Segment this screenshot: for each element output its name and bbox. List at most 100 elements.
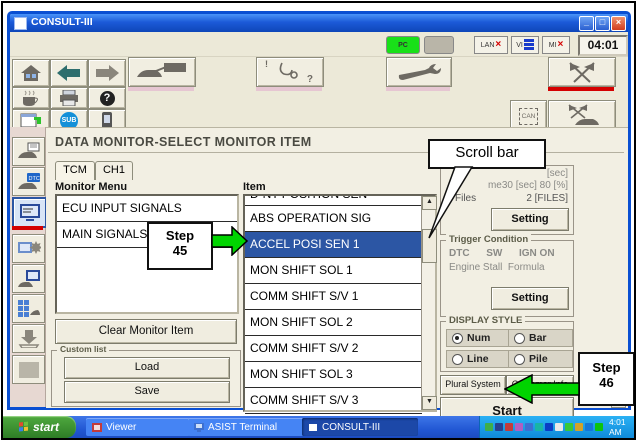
trigger-line-2: Engine Stall Formula — [449, 262, 545, 273]
printer-icon — [59, 90, 79, 106]
maximize-button[interactable]: □ — [595, 16, 610, 31]
radio-dot — [514, 333, 525, 344]
diagnosis-help-button[interactable]: ! ? — [256, 57, 324, 87]
back-button[interactable] — [50, 59, 88, 87]
vi-label: VI — [516, 42, 523, 49]
radio-num[interactable]: Num — [446, 329, 510, 347]
alert-strip — [548, 87, 614, 91]
minimize-button[interactable]: _ — [579, 16, 594, 31]
help-button[interactable]: ? — [88, 87, 126, 109]
forward-button[interactable] — [88, 59, 126, 87]
blank-icon — [18, 361, 40, 379]
step-45-text: Step — [149, 224, 211, 243]
dialog-title: DATA MONITOR-SELECT MONITOR ITEM — [55, 135, 312, 149]
keypad-button[interactable] — [12, 294, 45, 323]
load-button[interactable]: Load — [64, 357, 230, 379]
vehicle-dtc-icon: DTC — [17, 172, 41, 192]
list-item[interactable]: MON SHIFT SOL 3 — [245, 362, 422, 388]
lan-label: LAN — [481, 42, 495, 49]
list-item[interactable]: MON SHIFT SOL 1 — [245, 258, 422, 284]
list-item[interactable]: COMM SHIFT S/V 3 — [245, 388, 422, 414]
wrench-icon — [395, 63, 443, 81]
recording-setting-button[interactable]: Setting — [491, 208, 569, 231]
list-item[interactable]: COMM SHIFT S/V 1 — [245, 284, 422, 310]
radio-dot — [452, 354, 463, 365]
radio-line[interactable]: Line — [446, 350, 510, 368]
data-monitor-button[interactable] — [12, 197, 47, 228]
radio-bar[interactable]: Bar — [508, 329, 573, 347]
tray-icon[interactable] — [575, 423, 583, 431]
vehicle-report-button[interactable] — [12, 137, 45, 166]
step-46-number: 46 — [580, 375, 633, 390]
radio-pile[interactable]: Pile — [508, 350, 573, 368]
tray-icon[interactable] — [555, 423, 563, 431]
eject-button[interactable] — [12, 324, 45, 353]
battery-indicator — [424, 36, 454, 54]
pc-label: PC — [398, 42, 408, 49]
task-asist-terminal[interactable]: ASIST Terminal — [188, 418, 304, 436]
save-button[interactable]: Save — [64, 381, 230, 403]
recording-line-1: [sec] — [547, 168, 568, 179]
underline-strip — [128, 87, 194, 91]
break-button[interactable] — [12, 87, 50, 109]
radio-dot — [452, 333, 463, 344]
trigger-condition-group: Trigger Condition DTC SW IGN ON Engine S… — [440, 240, 574, 317]
screen-config-button[interactable] — [12, 234, 45, 263]
tab-ch1[interactable]: CH1 — [95, 161, 133, 180]
tray-icon[interactable] — [565, 423, 573, 431]
close-button[interactable]: × — [611, 16, 626, 31]
tools-button[interactable] — [386, 57, 452, 87]
coffee-cup-icon — [21, 90, 41, 106]
tray-icon[interactable] — [545, 423, 553, 431]
tray-icon[interactable] — [505, 423, 513, 431]
left-sidebar: DTC — [10, 127, 46, 407]
vi-signal-icon — [524, 39, 534, 51]
title-bar: CONSULT-III _ □ × — [10, 14, 628, 32]
task-consult-iii[interactable]: CONSULT-III — [302, 418, 418, 436]
vehicle-dtc-button[interactable]: DTC — [12, 167, 45, 196]
can-icon: CAN — [519, 108, 539, 125]
tab-tcm[interactable]: TCM — [55, 161, 95, 180]
files-value: 2 [FILES] — [526, 193, 568, 204]
data-monitor-icon — [19, 203, 41, 222]
home-icon — [20, 64, 42, 82]
vehicle-connect-button[interactable] — [128, 57, 196, 87]
step-46-callout: Step 46 — [578, 352, 635, 406]
tray-icon[interactable] — [495, 423, 503, 431]
radio-dot — [514, 354, 525, 365]
print-button[interactable] — [50, 87, 88, 109]
eject-icon — [18, 329, 40, 348]
exclamation-mark: ! — [265, 59, 268, 69]
clear-monitor-item-button[interactable]: Clear Monitor Item — [55, 319, 237, 344]
task-viewer[interactable]: Viewer — [86, 418, 190, 436]
screenshot-root: CONSULT-III _ □ × PC LAN× VI MI× 04:01 — [0, 0, 637, 441]
monitor-menu-label: Monitor Menu — [55, 181, 127, 193]
monitor-menu-row[interactable]: ECU INPUT SIGNALS — [57, 196, 237, 222]
consult-iii-icon — [308, 423, 318, 432]
tray-icon[interactable] — [535, 423, 543, 431]
tray-icon[interactable] — [595, 423, 603, 431]
home-button[interactable] — [12, 59, 50, 87]
tray-icon[interactable] — [485, 423, 493, 431]
display-style-label: DISPLAY STYLE — [446, 315, 525, 326]
list-item[interactable]: MON SHIFT SOL 2 — [245, 310, 422, 336]
recorded-data-button[interactable] — [548, 57, 616, 87]
list-item[interactable]: ABS OPERATION SIG — [245, 206, 422, 232]
question-mark: ? — [307, 74, 313, 85]
underline-strip — [386, 87, 450, 91]
vi-status-indicator: VI — [511, 36, 539, 54]
step-46-text: Step — [580, 354, 633, 375]
recording-line-2: me30 [sec] 80 [%] — [488, 180, 568, 191]
tray-icon[interactable] — [585, 423, 593, 431]
list-item-partial[interactable]: D-NT POSITION SEN — [245, 196, 422, 206]
plural-system-button[interactable]: Plural System — [440, 375, 506, 395]
tray-icon[interactable] — [515, 423, 523, 431]
start-menu-button[interactable]: start — [2, 416, 76, 438]
list-item[interactable]: COMM SHIFT S/V 2 — [245, 336, 422, 362]
vehicle-monitor-button[interactable] — [12, 264, 45, 293]
scroll-down-button[interactable]: ▼ — [422, 396, 437, 410]
tray-icon[interactable] — [525, 423, 533, 431]
list-item-selected[interactable]: ACCEL POSI SEN 1 — [245, 232, 422, 258]
trigger-setting-button[interactable]: Setting — [491, 287, 569, 310]
windows-flag-icon — [19, 421, 29, 432]
